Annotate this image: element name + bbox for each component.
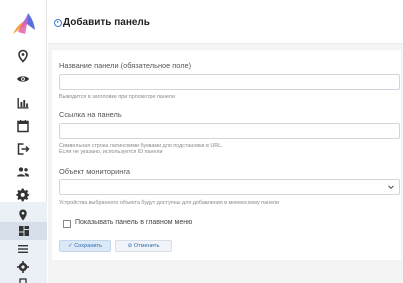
dashboard-icon[interactable] (0, 222, 47, 240)
panel-name-label: Название панели (обязательное поле) (59, 61, 192, 70)
monitoring-object-hint: Устройства выбранного объекта будут дост… (59, 200, 280, 206)
panel-link-hint-line-2: Если не указано, используется ID панели (59, 149, 163, 155)
page-title: Добавить панель (54, 17, 150, 28)
chevron-down-icon (388, 185, 394, 190)
panel-link-label: Ссылка на панель (59, 110, 122, 119)
page-header: Добавить панель (48, 0, 403, 44)
main-content: Добавить панель Название панели (обязате… (48, 0, 403, 283)
show-in-menu-checkbox[interactable] (63, 220, 71, 228)
add-panel-form: Название панели (обязательное поле) Выво… (52, 50, 401, 260)
calendar-icon[interactable] (14, 117, 32, 135)
panel-name-input[interactable] (59, 74, 400, 90)
sidebar (0, 0, 47, 283)
sub-navigation (0, 202, 47, 283)
cancel-button[interactable]: ⊘ Отменить (115, 240, 172, 252)
app-logo-icon[interactable] (10, 10, 38, 38)
map-pin-outline-icon[interactable] (14, 47, 32, 65)
play-circle-icon (54, 18, 62, 27)
show-in-menu-label[interactable]: Показывать панель в главном меню (75, 219, 192, 226)
save-button[interactable]: ✓ Сохранить (59, 240, 111, 252)
menu-icon[interactable] (14, 240, 32, 258)
device-icon[interactable] (14, 274, 32, 283)
monitoring-object-select[interactable] (59, 179, 400, 195)
app-window: Добавить панель Название панели (обязате… (0, 0, 403, 283)
panel-name-hint: Выводится в заголовке при просмотре пане… (59, 94, 175, 100)
logout-icon[interactable] (14, 140, 32, 158)
bar-chart-icon[interactable] (14, 94, 32, 112)
page-title-text: Добавить панель (63, 17, 150, 28)
eye-icon[interactable] (14, 70, 32, 88)
page-footer-space (48, 266, 403, 283)
panel-link-input[interactable] (59, 123, 400, 139)
monitoring-object-label: Объект мониторинга (59, 167, 130, 176)
users-icon[interactable] (14, 163, 32, 181)
